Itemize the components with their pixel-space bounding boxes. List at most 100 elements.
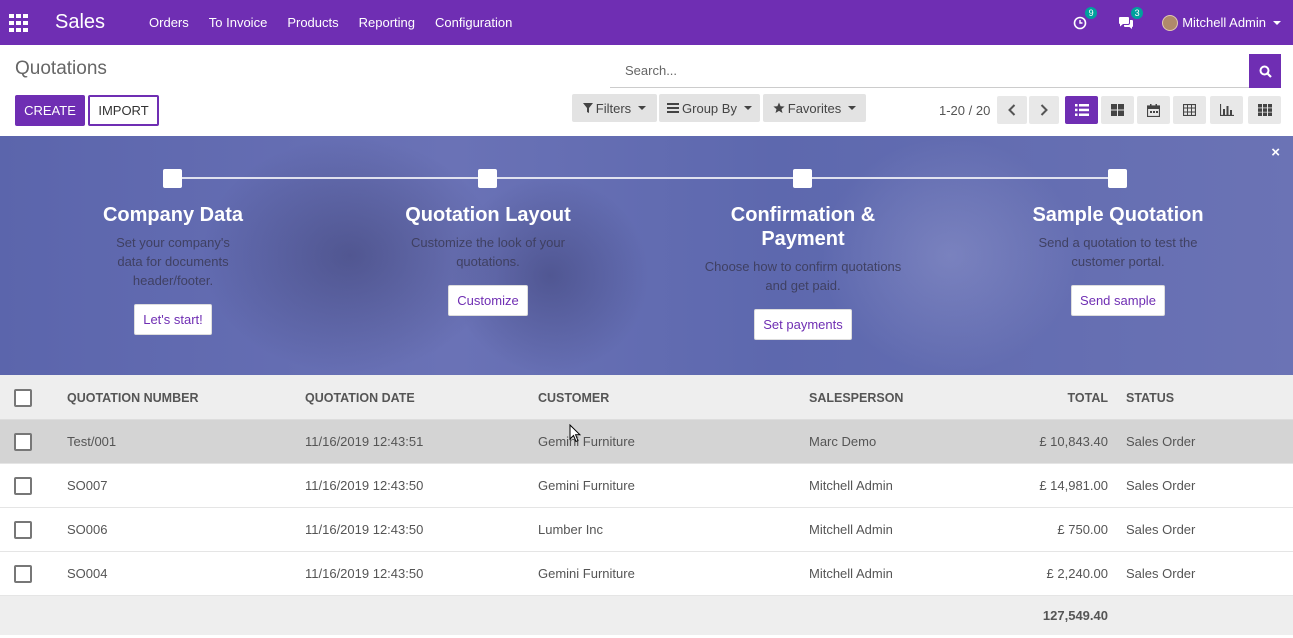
user-name: Mitchell Admin — [1182, 15, 1266, 30]
lets-start-button[interactable]: Let's start! — [134, 304, 212, 335]
import-button[interactable]: IMPORT — [88, 95, 159, 126]
star-icon — [773, 102, 785, 114]
cell-number: SO006 — [67, 522, 108, 537]
messages-badge: 3 — [1131, 6, 1144, 19]
filters-label: Filters — [595, 100, 632, 116]
table-row[interactable]: Test/001 11/16/2019 12:43:51 Gemini Furn… — [0, 420, 1293, 464]
chevron-down-icon — [638, 106, 647, 110]
cell-number: SO004 — [67, 566, 108, 581]
quotations-table: QUOTATION NUMBER QUOTATION DATE CUSTOMER… — [0, 375, 1293, 635]
step-description: Set your company's data for documents he… — [116, 235, 230, 288]
kanban-view-icon[interactable] — [1101, 96, 1134, 124]
search-box — [610, 54, 1249, 88]
groupby-dropdown[interactable]: Group By — [659, 94, 760, 122]
row-checkbox[interactable] — [14, 476, 32, 495]
column-header-date[interactable]: QUOTATION DATE — [305, 375, 415, 420]
pager-previous-icon[interactable] — [997, 96, 1027, 124]
cell-date: 11/16/2019 12:43:50 — [305, 566, 424, 581]
customize-button[interactable]: Customize — [448, 285, 528, 316]
table-header: QUOTATION NUMBER QUOTATION DATE CUSTOMER… — [0, 375, 1293, 420]
close-icon[interactable]: × — [1271, 144, 1280, 161]
row-checkbox[interactable] — [14, 520, 32, 539]
step-description: Send a quotation to test the customer po… — [1038, 235, 1198, 269]
menu-to-invoice[interactable]: To Invoice — [209, 15, 268, 30]
send-sample-button[interactable]: Send sample — [1071, 285, 1165, 316]
activity-badge: 9 — [1085, 6, 1098, 19]
apps-menu-icon[interactable] — [0, 0, 38, 45]
onboarding-step-company: Company Data Set your company's data for… — [33, 203, 313, 335]
select-all-checkbox[interactable] — [14, 388, 32, 407]
cell-salesperson: Mitchell Admin — [809, 566, 893, 581]
step-title: Company Data — [102, 204, 244, 226]
cell-salesperson: Mitchell Admin — [809, 522, 893, 537]
step-checkbox-payment — [793, 169, 812, 188]
column-header-customer[interactable]: CUSTOMER — [538, 375, 609, 420]
activity-clock-icon[interactable]: 9 — [1070, 6, 1098, 33]
cell-customer: Gemini Furniture — [538, 478, 635, 493]
search-input[interactable] — [610, 54, 1249, 86]
onboarding-banner: Company Data Set your company's data for… — [0, 136, 1293, 375]
table-footer: 127,549.40 — [0, 596, 1293, 635]
mouse-cursor-icon — [569, 423, 582, 446]
cell-date: 11/16/2019 12:43:50 — [305, 522, 424, 537]
create-button[interactable]: CREATE — [15, 95, 85, 126]
calendar-view-icon[interactable] — [1137, 96, 1170, 124]
cell-number: SO007 — [67, 478, 108, 493]
table-row[interactable]: SO006 11/16/2019 12:43:50 Lumber Inc Mit… — [0, 508, 1293, 552]
pager-value[interactable]: 1-20 / 20 — [939, 103, 990, 118]
cell-customer: Gemini Furniture — [538, 566, 635, 581]
app-brand[interactable]: Sales — [55, 11, 105, 34]
column-header-number[interactable]: QUOTATION NUMBER — [67, 375, 198, 420]
user-menu[interactable]: Mitchell Admin — [1162, 14, 1281, 31]
messages-chat-icon[interactable]: 3 — [1116, 6, 1144, 33]
cell-status: Sales Order — [1126, 434, 1196, 449]
favorites-dropdown[interactable]: Favorites — [763, 94, 866, 122]
footer-total: 127,549.40 — [1042, 608, 1108, 623]
dashboard-view-icon[interactable] — [1248, 96, 1281, 124]
step-title: Confirmation & Payment — [730, 204, 876, 250]
cell-status: Sales Order — [1126, 566, 1196, 581]
onboarding-step-payment: Confirmation & Payment Choose how to con… — [663, 203, 943, 340]
search-icon[interactable] — [1249, 54, 1281, 88]
chevron-down-icon — [848, 106, 857, 110]
avatar — [1162, 14, 1179, 31]
table-row[interactable]: SO007 11/16/2019 12:43:50 Gemini Furnitu… — [0, 464, 1293, 508]
groupby-label: Group By — [682, 100, 737, 116]
step-description: Customize the look of your quotations. — [411, 235, 565, 269]
column-header-salesperson[interactable]: SALESPERSON — [809, 375, 903, 420]
menu-products[interactable]: Products — [287, 15, 338, 30]
column-header-status[interactable]: STATUS — [1126, 375, 1174, 420]
cell-salesperson: Marc Demo — [809, 434, 877, 449]
cell-total: £ 14,981.00 — [1039, 478, 1108, 493]
column-header-total[interactable]: TOTAL — [1067, 375, 1108, 420]
pivot-view-icon[interactable] — [1173, 96, 1206, 124]
set-payments-button[interactable]: Set payments — [754, 309, 852, 340]
favorites-label: Favorites — [787, 100, 842, 116]
menu-configuration[interactable]: Configuration — [435, 15, 512, 30]
cell-date: 11/16/2019 12:43:50 — [305, 478, 424, 493]
cell-salesperson: Mitchell Admin — [809, 478, 893, 493]
groupby-bars-icon — [667, 103, 680, 113]
chevron-down-icon — [743, 106, 752, 110]
step-title: Quotation Layout — [405, 204, 571, 226]
cell-total: £ 750.00 — [1057, 522, 1108, 537]
menu-orders[interactable]: Orders — [149, 15, 189, 30]
graph-view-icon[interactable] — [1210, 96, 1243, 124]
cell-status: Sales Order — [1126, 478, 1196, 493]
cell-total: £ 10,843.40 — [1039, 434, 1108, 449]
menu-reporting[interactable]: Reporting — [359, 15, 415, 30]
chevron-down-icon — [1273, 20, 1281, 25]
list-view-icon[interactable] — [1065, 96, 1098, 124]
step-checkbox-sample — [1108, 169, 1127, 188]
row-checkbox[interactable] — [14, 564, 32, 583]
cell-date: 11/16/2019 12:43:51 — [305, 434, 424, 449]
step-title: Sample Quotation — [1032, 204, 1204, 226]
page-title: Quotations — [15, 58, 107, 79]
row-checkbox[interactable] — [14, 432, 32, 451]
table-row[interactable]: SO004 11/16/2019 12:43:50 Gemini Furnitu… — [0, 552, 1293, 596]
pager-next-icon[interactable] — [1029, 96, 1059, 124]
cell-number: Test/001 — [67, 434, 117, 449]
filter-funnel-icon — [582, 103, 593, 113]
filters-dropdown[interactable]: Filters — [572, 94, 657, 122]
onboarding-step-layout: Quotation Layout Customize the look of y… — [348, 203, 628, 316]
